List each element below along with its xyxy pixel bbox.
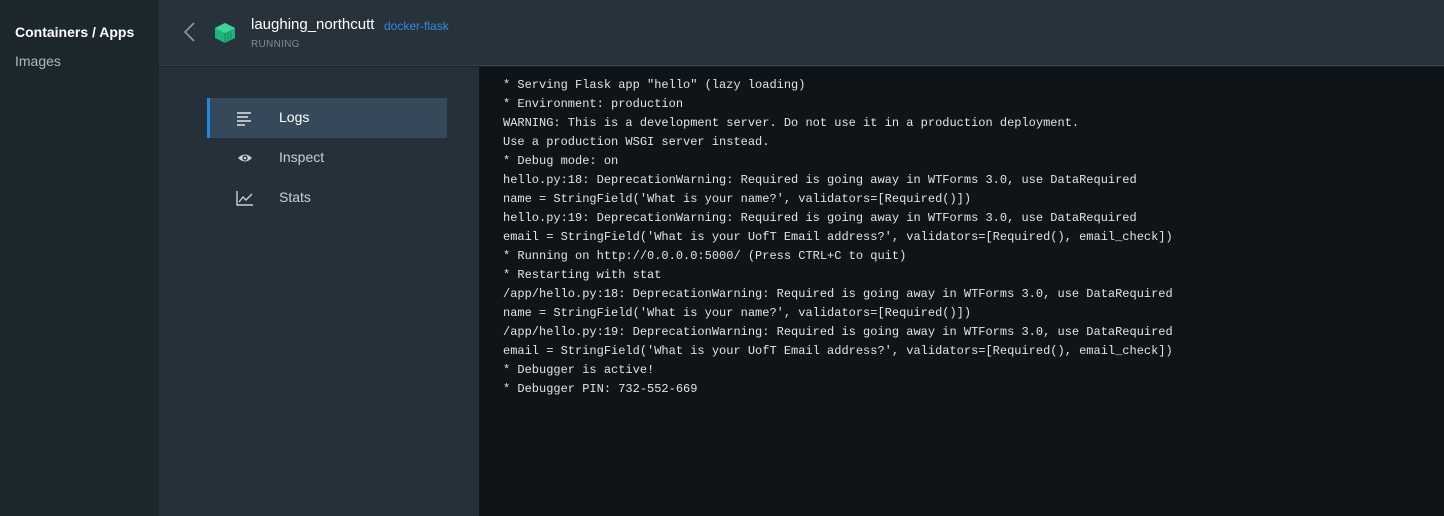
container-menu: Logs Inspect Stats [159, 67, 479, 516]
log-line: email = StringField('What is your UofT E… [503, 230, 1173, 244]
log-line: * Running on http://0.0.0.0:5000/ (Press… [503, 249, 907, 263]
eye-icon [236, 150, 254, 166]
container-header: laughing_northcutt docker-flask RUNNING [159, 0, 1444, 66]
log-line: * Debug mode: on [503, 154, 619, 168]
nav-containers-apps[interactable]: Containers / Apps [15, 24, 134, 40]
log-output[interactable]: * Serving Flask app "hello" (lazy loadin… [479, 67, 1444, 516]
log-line: * Restarting with stat [503, 268, 662, 282]
container-name: laughing_northcutt [251, 16, 375, 33]
tab-stats[interactable]: Stats [207, 178, 447, 218]
log-line: Use a production WSGI server instead. [503, 135, 770, 149]
log-line: email = StringField('What is your UofT E… [503, 344, 1173, 358]
image-link[interactable]: docker-flask [384, 19, 449, 33]
log-line: * Debugger is active! [503, 363, 655, 377]
tab-inspect[interactable]: Inspect [207, 138, 447, 178]
log-line: * Debugger PIN: 732-552-669 [503, 382, 698, 396]
status-badge: RUNNING [251, 39, 300, 50]
container-icon [214, 22, 236, 44]
app-sidebar: Containers / Apps Images [0, 0, 159, 516]
tab-stats-label: Stats [279, 189, 311, 205]
log-line: /app/hello.py:19: DeprecationWarning: Re… [503, 325, 1173, 339]
back-button[interactable] [180, 21, 200, 43]
docker-dashboard: Containers / Apps Images laughing_northc… [0, 0, 1444, 516]
log-line: name = StringField('What is your name?',… [503, 192, 972, 206]
log-line: name = StringField('What is your name?',… [503, 306, 972, 320]
tab-logs[interactable]: Logs [207, 98, 447, 138]
tab-inspect-label: Inspect [279, 149, 325, 165]
chevron-left-icon [183, 22, 195, 42]
logs-icon [236, 110, 254, 126]
chart-icon [236, 190, 254, 206]
log-lines: * Serving Flask app "hello" (lazy loadin… [503, 76, 1173, 399]
log-line: * Environment: production [503, 97, 684, 111]
log-line: hello.py:18: DeprecationWarning: Require… [503, 173, 1137, 187]
tab-logs-label: Logs [279, 109, 310, 125]
log-line: WARNING: This is a development server. D… [503, 116, 1080, 130]
log-line: * Serving Flask app "hello" (lazy loadin… [503, 78, 806, 92]
nav-images[interactable]: Images [15, 53, 61, 69]
log-line: hello.py:19: DeprecationWarning: Require… [503, 211, 1137, 225]
log-line: /app/hello.py:18: DeprecationWarning: Re… [503, 287, 1173, 301]
